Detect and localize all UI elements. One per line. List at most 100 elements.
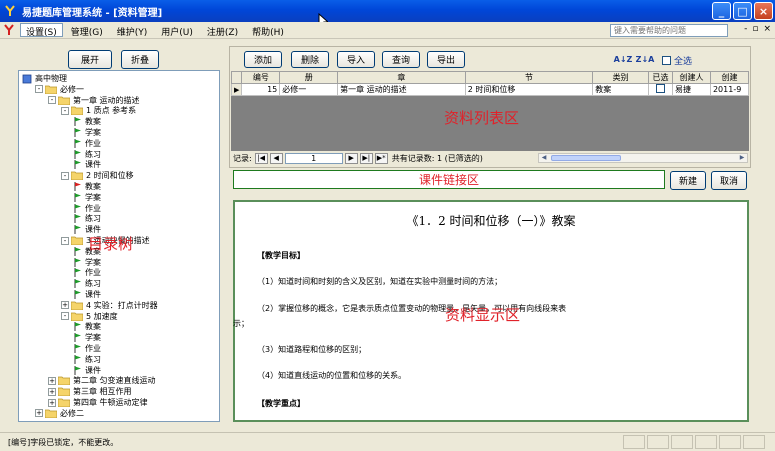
mdi-restore-button[interactable]: ▫: [752, 24, 758, 34]
row-indicator-header: [231, 71, 243, 84]
tree-node[interactable]: 教案: [74, 116, 101, 127]
row-selected-checkbox[interactable]: [656, 84, 666, 93]
column-header-selected[interactable]: 已选: [648, 71, 674, 84]
minimize-button[interactable]: _: [712, 2, 731, 20]
tree-node[interactable]: 课件: [74, 365, 101, 376]
cell-category[interactable]: 教案: [592, 83, 650, 96]
tree-node[interactable]: 学案: [74, 332, 101, 343]
mdi-close-button[interactable]: ×: [763, 24, 771, 34]
new-record-icon[interactable]: ▶*: [374, 152, 388, 164]
tree-node[interactable]: 练习: [74, 354, 101, 365]
expand-node-icon[interactable]: +: [35, 409, 43, 418]
collapse-node-icon[interactable]: -: [48, 96, 56, 105]
column-header-chapter[interactable]: 章: [337, 71, 466, 84]
expand-node-icon[interactable]: +: [48, 398, 56, 407]
menu-manage[interactable]: 管理(G): [65, 23, 109, 38]
sort-ascending-icon[interactable]: A↓Z: [614, 51, 633, 68]
collapse-button[interactable]: 折叠: [121, 50, 159, 69]
tree-node[interactable]: 作业: [74, 203, 101, 214]
tree-node[interactable]: + 必修二: [35, 408, 84, 419]
tree-node[interactable]: 教案: [74, 181, 101, 192]
query-button[interactable]: 查询: [382, 51, 420, 68]
maximize-button[interactable]: □: [733, 2, 752, 20]
column-header-volume[interactable]: 册: [279, 71, 339, 84]
tree-node[interactable]: 学案: [74, 192, 101, 203]
tree-node[interactable]: 课件: [74, 289, 101, 300]
column-header-created[interactable]: 创建: [709, 71, 749, 84]
column-header-section[interactable]: 节: [464, 71, 594, 84]
tree-node[interactable]: 高中物理: [22, 73, 67, 84]
column-header-creator[interactable]: 创建人: [672, 71, 711, 84]
tree-node[interactable]: 练习: [74, 149, 101, 160]
last-record-icon[interactable]: ▶|: [359, 152, 373, 164]
menu-register[interactable]: 注册(Z): [201, 23, 244, 38]
collapse-node-icon[interactable]: -: [61, 171, 69, 180]
cell-created[interactable]: 2011-9: [709, 83, 749, 96]
tree-node[interactable]: 作业: [74, 267, 101, 278]
select-all-checkbox[interactable]: [662, 56, 671, 65]
scroll-left-icon[interactable]: ◀: [539, 154, 549, 162]
cell-volume[interactable]: 必修一: [279, 83, 339, 96]
cancel-button[interactable]: 取消: [711, 171, 747, 190]
collapse-node-icon[interactable]: -: [61, 312, 69, 321]
tree-node[interactable]: + 第三章 相互作用: [48, 386, 132, 397]
tree-node[interactable]: 学案: [74, 127, 101, 138]
menu-settings[interactable]: 设置(S): [20, 23, 63, 38]
courseware-link-overlay-label: 课件链接区: [418, 173, 479, 187]
courseware-link-field[interactable]: 课件链接区: [233, 170, 665, 189]
document-viewer[interactable]: 《1．2 时间和位移（一）》教案 【教学目标】 （1）知道时间和时刻的含义及区别…: [233, 200, 749, 422]
previous-record-icon[interactable]: ◀: [269, 152, 283, 164]
export-button[interactable]: 导出: [427, 51, 465, 68]
new-button[interactable]: 新建: [670, 171, 706, 190]
close-button[interactable]: ×: [754, 2, 773, 20]
tree-node[interactable]: + 第四章 牛顿运动定律: [48, 397, 148, 408]
menu-help[interactable]: 帮助(H): [246, 23, 290, 38]
tree-node[interactable]: - 1 质点 参考系: [61, 105, 136, 116]
help-search-input[interactable]: [610, 24, 728, 37]
cell-id[interactable]: 15: [241, 83, 281, 96]
green-flag-icon: [74, 365, 81, 375]
tree-node[interactable]: 作业: [74, 138, 101, 149]
tree-node[interactable]: +4 实验：打点计时器: [61, 300, 158, 311]
collapse-node-icon[interactable]: -: [61, 236, 69, 245]
scroll-thumb[interactable]: [551, 155, 621, 161]
tree-node[interactable]: 课件: [74, 159, 101, 170]
expand-node-icon[interactable]: +: [48, 376, 56, 385]
tree-node[interactable]: 教案: [74, 321, 101, 332]
tree-node[interactable]: 学案: [74, 257, 101, 268]
grid-horizontal-scrollbar[interactable]: ◀ ▶: [538, 153, 748, 163]
sort-descending-icon[interactable]: Z↓A: [636, 51, 655, 68]
expand-button[interactable]: 展开: [68, 50, 112, 69]
delete-button[interactable]: 删除: [291, 51, 329, 68]
tree-node[interactable]: - 必修一: [35, 84, 84, 95]
tree-node[interactable]: - 5 加速度: [61, 311, 118, 322]
expand-node-icon[interactable]: +: [48, 387, 56, 396]
cell-section[interactable]: 2 时间和位移: [464, 83, 594, 96]
cell-selected[interactable]: [648, 83, 674, 96]
current-record-input[interactable]: 1: [284, 152, 343, 164]
tree-node[interactable]: 练习: [74, 278, 101, 289]
record-navigator: 记录: |◀ ◀ 1 ▶ ▶| ▶* 共有记录数: 1 (已筛选的) ◀ ▶: [231, 151, 749, 165]
expand-node-icon[interactable]: +: [61, 301, 69, 310]
collapse-node-icon[interactable]: -: [35, 85, 43, 94]
tree-node[interactable]: - 2 时间和位移: [61, 170, 134, 181]
tree-node[interactable]: + 第二章 匀变速直线运动: [48, 375, 156, 386]
first-record-icon[interactable]: |◀: [254, 152, 268, 164]
column-header-id[interactable]: 编号: [241, 71, 281, 84]
cell-creator[interactable]: 易捷: [672, 83, 711, 96]
mdi-minimize-button[interactable]: -: [744, 24, 747, 34]
green-flag-icon: [74, 138, 81, 148]
add-button[interactable]: 添加: [244, 51, 282, 68]
cell-chapter[interactable]: 第一章 运动的描述: [337, 83, 466, 96]
column-header-category[interactable]: 类别: [592, 71, 650, 84]
tree-node[interactable]: - 第一章 运动的描述: [48, 95, 140, 106]
tree-node[interactable]: 练习: [74, 213, 101, 224]
collapse-node-icon[interactable]: -: [61, 106, 69, 115]
menu-maintain[interactable]: 维护(Y): [111, 23, 154, 38]
import-button[interactable]: 导入: [337, 51, 375, 68]
table-row[interactable]: ▶ 15 必修一 第一章 运动的描述 2 时间和位移 教案 易捷 2011-9: [231, 83, 749, 96]
menu-user[interactable]: 用户(U): [155, 23, 199, 38]
next-record-icon[interactable]: ▶: [344, 152, 358, 164]
scroll-right-icon[interactable]: ▶: [737, 154, 747, 162]
tree-node[interactable]: 作业: [74, 343, 101, 354]
